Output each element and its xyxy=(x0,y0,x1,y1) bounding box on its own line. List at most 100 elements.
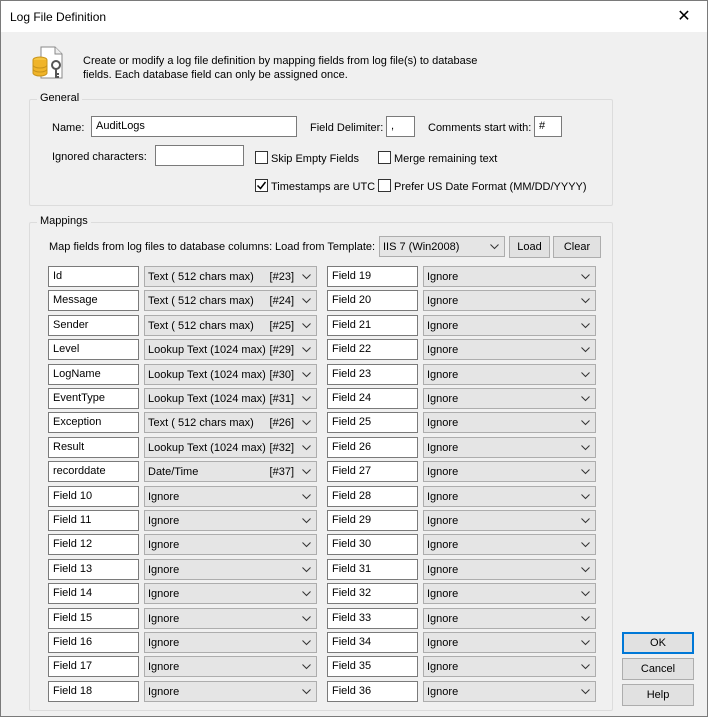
merge-remaining-text-checkbox[interactable]: Merge remaining text xyxy=(378,151,497,165)
log-field-input[interactable]: Field 11 xyxy=(48,510,139,531)
column-dropdown-value: Text ( 512 chars max) xyxy=(148,417,254,430)
column-dropdown[interactable]: Ignore xyxy=(423,388,596,409)
log-field-input[interactable]: Field 21 xyxy=(327,314,418,336)
chevron-down-icon xyxy=(302,688,311,695)
chevron-down-icon xyxy=(581,615,590,621)
column-dropdown[interactable]: Ignore xyxy=(423,534,596,556)
log-field-input[interactable]: Field 13 xyxy=(48,558,139,580)
column-dropdown[interactable]: Ignore xyxy=(423,485,596,507)
column-dropdown[interactable]: Text ( 512 chars max) [#25] xyxy=(144,314,317,336)
mapping-row: Level Lookup Text (1024 max) [#29] Field 22… xyxy=(1,339,708,361)
log-field-input[interactable]: Field 29 xyxy=(327,510,418,531)
log-field-input[interactable]: Field 19 xyxy=(327,266,418,287)
mapping-row: Field 11 Ignore Field 29 Ignore xyxy=(1,510,708,532)
column-dropdown[interactable]: Ignore xyxy=(144,583,317,605)
log-field-input[interactable]: Id xyxy=(48,266,139,287)
column-dropdown[interactable]: Ignore xyxy=(144,607,317,629)
log-field-input[interactable]: Field 10 xyxy=(48,485,139,507)
log-field-input[interactable]: Field 25 xyxy=(327,412,418,434)
column-dropdown[interactable]: Ignore xyxy=(423,412,596,434)
close-icon[interactable]: ✕ xyxy=(661,1,707,32)
cancel-button[interactable]: Cancel xyxy=(622,658,694,680)
log-field-input[interactable]: Field 32 xyxy=(327,583,418,605)
log-field-input[interactable]: Field 36 xyxy=(327,680,418,702)
column-dropdown[interactable]: Lookup Text (1024 max) [#32] xyxy=(144,436,317,458)
clear-button[interactable]: Clear xyxy=(553,236,601,258)
column-dropdown[interactable]: Lookup Text (1024 max) [#30] xyxy=(144,363,317,385)
log-field-input[interactable]: EventType xyxy=(48,388,139,409)
column-dropdown[interactable]: Ignore xyxy=(423,583,596,605)
column-dropdown[interactable]: Ignore xyxy=(144,558,317,580)
log-field-input[interactable]: Field 26 xyxy=(327,436,418,458)
column-dropdown[interactable]: Ignore xyxy=(423,558,596,580)
log-field-input[interactable]: Field 15 xyxy=(48,607,139,629)
mapping-row: Sender Text ( 512 chars max) [#25] Field 21… xyxy=(1,314,708,337)
log-field-input[interactable]: Field 12 xyxy=(48,534,139,556)
log-field-input[interactable]: Field 14 xyxy=(48,583,139,605)
log-field-input[interactable]: Field 31 xyxy=(327,558,418,580)
template-dropdown[interactable]: IIS 7 (Win2008) xyxy=(379,236,505,257)
log-field-input[interactable]: Level xyxy=(48,339,139,361)
column-dropdown[interactable]: Ignore xyxy=(423,339,596,361)
timestamps-utc-checkbox[interactable]: Timestamps are UTC xyxy=(255,179,375,193)
help-button[interactable]: Help xyxy=(622,684,694,706)
ok-button[interactable]: OK xyxy=(622,632,694,654)
column-dropdown[interactable]: Text ( 512 chars max) [#26] xyxy=(144,412,317,434)
column-dropdown[interactable]: Ignore xyxy=(423,510,596,531)
comments-input[interactable]: # xyxy=(534,116,562,137)
log-field-input[interactable]: Field 18 xyxy=(48,680,139,702)
column-dropdown[interactable]: Ignore xyxy=(423,632,596,653)
column-dropdown[interactable]: Ignore xyxy=(423,436,596,458)
log-field-input[interactable]: Field 28 xyxy=(327,485,418,507)
field-delimiter-input[interactable]: , xyxy=(386,116,415,137)
column-dropdown-value: Ignore xyxy=(427,685,459,698)
column-dropdown[interactable]: Ignore xyxy=(423,680,596,702)
chevron-down-icon xyxy=(581,640,590,646)
log-field-input[interactable]: Field 23 xyxy=(327,363,418,385)
column-dropdown[interactable]: Ignore xyxy=(423,607,596,629)
log-field-input[interactable]: Field 17 xyxy=(48,656,139,678)
column-dropdown[interactable]: Ignore xyxy=(423,656,596,678)
column-dropdown[interactable]: Ignore xyxy=(423,290,596,312)
column-dropdown[interactable]: Lookup Text (1024 max) [#29] xyxy=(144,339,317,361)
column-dropdown[interactable]: Ignore xyxy=(144,534,317,556)
log-field-input[interactable]: Field 22 xyxy=(327,339,418,361)
column-dropdown[interactable]: Ignore xyxy=(423,363,596,385)
column-dropdown-value: Ignore xyxy=(427,393,459,405)
ignored-characters-input[interactable] xyxy=(155,145,244,166)
column-dropdown[interactable]: Ignore xyxy=(144,510,317,531)
name-input[interactable]: AuditLogs xyxy=(91,116,297,137)
log-field-input[interactable]: Sender xyxy=(48,314,139,336)
column-dropdown[interactable]: Ignore xyxy=(144,632,317,653)
log-field-input[interactable]: Message xyxy=(48,290,139,312)
prefer-us-date-checkbox[interactable]: Prefer US Date Format (MM/DD/YYYY) xyxy=(378,179,587,193)
log-field-input[interactable]: Field 24 xyxy=(327,388,418,409)
column-dropdown[interactable]: Ignore xyxy=(144,656,317,678)
column-dropdown[interactable]: Ignore xyxy=(423,314,596,336)
load-button[interactable]: Load xyxy=(509,236,550,258)
log-field-input[interactable]: Field 16 xyxy=(48,632,139,653)
log-field-input[interactable]: Field 20 xyxy=(327,290,418,312)
log-field-input[interactable]: Exception xyxy=(48,412,139,434)
log-field-input[interactable]: Result xyxy=(48,436,139,458)
log-field-input[interactable]: Field 35 xyxy=(327,656,418,678)
log-field-input[interactable]: LogName xyxy=(48,363,139,385)
chevron-down-icon xyxy=(302,420,311,426)
log-field-input[interactable]: Field 27 xyxy=(327,461,418,483)
column-dropdown[interactable]: Date/Time [#37] xyxy=(144,461,317,483)
log-field-input[interactable]: recorddate xyxy=(48,461,139,483)
column-dropdown[interactable]: Ignore xyxy=(423,266,596,287)
column-dropdown-value: Ignore xyxy=(148,563,180,576)
column-dropdown[interactable]: Text ( 512 chars max) [#23] xyxy=(144,266,317,287)
column-dropdown[interactable]: Ignore xyxy=(144,680,317,702)
log-field-input[interactable]: Field 33 xyxy=(327,607,418,629)
log-field-input[interactable]: Field 30 xyxy=(327,534,418,556)
column-dropdown[interactable]: Ignore xyxy=(423,461,596,483)
column-id-tag: [#37] xyxy=(269,466,294,479)
log-field-input[interactable]: Field 34 xyxy=(327,632,418,653)
column-dropdown[interactable]: Ignore xyxy=(144,485,317,507)
column-dropdown[interactable]: Lookup Text (1024 max) [#31] xyxy=(144,388,317,409)
chevron-down-icon xyxy=(302,566,311,573)
column-dropdown[interactable]: Text ( 512 chars max) [#24] xyxy=(144,290,317,312)
skip-empty-fields-checkbox[interactable]: Skip Empty Fields xyxy=(255,151,359,165)
